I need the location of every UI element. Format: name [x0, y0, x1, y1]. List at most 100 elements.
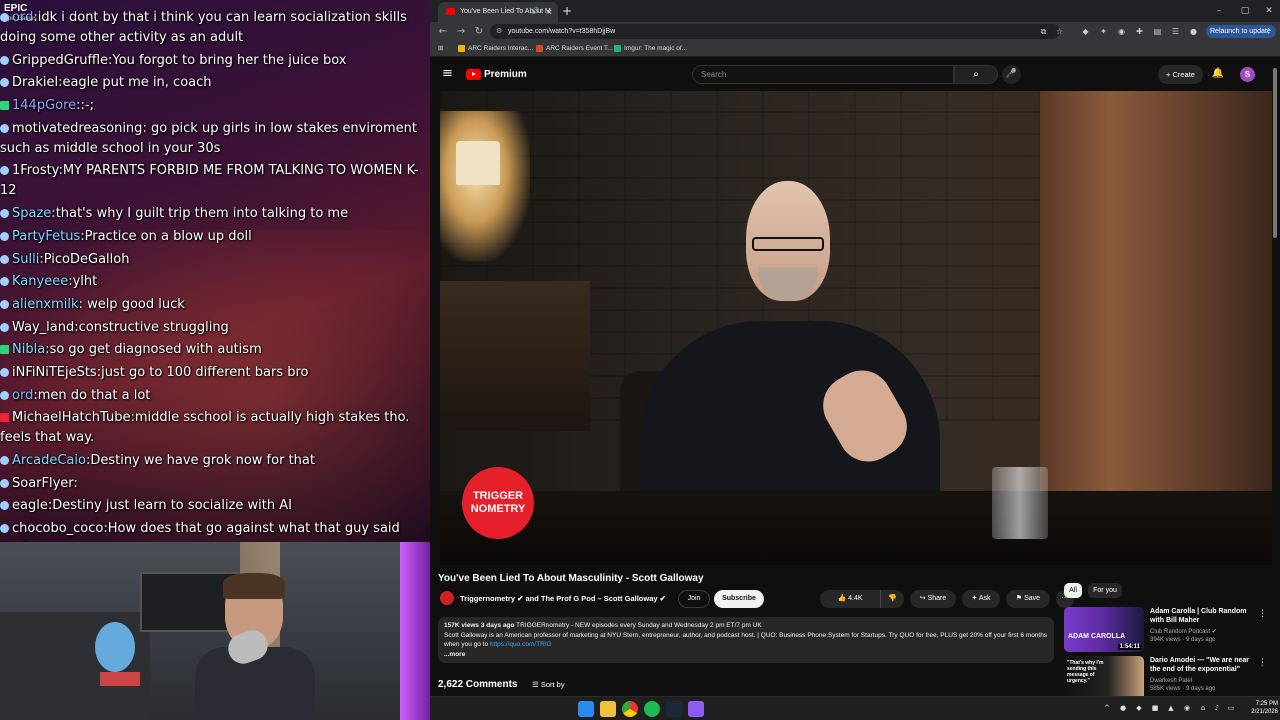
bookmark-star-icon[interactable]: ☆	[1054, 26, 1065, 37]
sort-by-button[interactable]: ☰ Sort by	[532, 677, 565, 693]
new-tab-button[interactable]: +	[560, 2, 574, 20]
channel-avatar[interactable]	[440, 591, 454, 605]
youtube-logo[interactable]: Premium	[466, 68, 527, 82]
chat-username[interactable]: Nibla	[12, 342, 45, 357]
apps-grid-icon[interactable]: ⊞	[438, 41, 443, 57]
description-link[interactable]: https://quo.com/TRIG	[490, 641, 552, 648]
subscribe-button[interactable]: Subscribe	[714, 590, 764, 608]
network-icon[interactable]: ⌂	[1198, 703, 1208, 713]
bookmark-item-2[interactable]: ARC Raiders Event T...	[536, 41, 613, 57]
chat-username[interactable]: PartyFetus	[12, 229, 80, 244]
profile-switch-icon[interactable]: ☰	[1170, 26, 1181, 37]
chip-for-you[interactable]: For you	[1088, 583, 1122, 598]
chat-username[interactable]: Sulli	[12, 252, 39, 267]
show-more-link[interactable]: ...more	[444, 650, 1048, 660]
tray-app-1-icon[interactable]: ●	[1118, 703, 1128, 713]
chat-username[interactable]: 1Frosty	[12, 163, 58, 178]
site-info-icon[interactable]: ⚙	[496, 24, 502, 39]
chat-username[interactable]: alienxmilk	[12, 297, 79, 312]
extension-3-icon[interactable]: ◉	[1116, 26, 1127, 37]
chat-username[interactable]: motivatedreasoning	[12, 121, 142, 136]
close-tab-icon[interactable]: ×	[547, 2, 552, 22]
notifications-bell-icon[interactable]: 🔔	[1211, 67, 1225, 81]
back-icon[interactable]: ←	[436, 22, 450, 41]
extension-1-icon[interactable]: ◆	[1080, 26, 1091, 37]
search-input[interactable]: Search	[692, 65, 954, 84]
recommended-channel[interactable]: Club Random Podcast ✔	[1150, 628, 1254, 636]
save-button[interactable]: ⚑ Save	[1006, 590, 1050, 608]
video-thumbnail[interactable]: ADAM CAROLLA 1:54:11	[1064, 607, 1144, 652]
chat-username[interactable]: SoarFlyer	[12, 476, 73, 491]
address-bar[interactable]: ⚙ youtube.com/watch?v=t358hDjjBw	[490, 24, 1060, 39]
volume-icon[interactable]: ♪	[1212, 703, 1222, 713]
chat-username[interactable]: chocobo_coco	[12, 521, 103, 536]
file-explorer-icon[interactable]	[600, 701, 616, 717]
chat-username[interactable]: eagle	[12, 498, 48, 513]
extensions-puzzle-icon[interactable]: ✚	[1134, 26, 1145, 37]
steam-icon[interactable]	[666, 701, 682, 717]
app-icon[interactable]	[688, 701, 704, 717]
tray-app-5-icon[interactable]: ◉	[1182, 703, 1192, 713]
chat-badge-icon	[0, 78, 9, 88]
bookmark-item-3[interactable]: Imgur: The magic of...	[614, 41, 687, 57]
relaunch-to-update-button[interactable]: Relaunch to update ⋮	[1206, 25, 1276, 38]
forward-icon[interactable]: →	[454, 22, 468, 41]
chat-username[interactable]: ArcadeCaio	[12, 453, 86, 468]
recommended-title[interactable]: Adam Carolla | Club Random with Bill Mah…	[1150, 607, 1254, 625]
bookmark-item-1[interactable]: ARC Raiders Interac...	[458, 41, 533, 57]
channel-name[interactable]: Triggernometry ✔ and The Prof G Pod – Sc…	[460, 590, 666, 608]
start-windows-icon[interactable]	[578, 701, 594, 717]
more-vertical-icon[interactable]: ⋮	[1258, 609, 1267, 619]
menu-dots-icon[interactable]: ⋮	[1265, 25, 1272, 38]
menu-hamburger-icon[interactable]: ≡	[442, 66, 456, 82]
create-button[interactable]: + Create	[1158, 65, 1203, 84]
chat-username[interactable]: GrippedGruffle	[12, 53, 108, 68]
reload-icon[interactable]: ↻	[472, 22, 486, 41]
chat-username[interactable]: ord	[12, 388, 33, 403]
spotify-icon[interactable]	[644, 701, 660, 717]
minimize-icon[interactable]: –	[1206, 0, 1232, 22]
audio-playing-icon[interactable]: 🔊	[531, 2, 540, 22]
battery-icon[interactable]: ▭	[1226, 703, 1236, 713]
ask-button[interactable]: ✦ Ask	[962, 590, 1000, 608]
recommended-channel[interactable]: Dwarkesh Patel	[1150, 677, 1254, 685]
tray-app-2-icon[interactable]: ◆	[1134, 703, 1144, 713]
chat-message: 144pGore::-;	[0, 96, 430, 116]
page-scrollbar[interactable]	[1272, 62, 1278, 702]
share-button[interactable]: ↪ Share	[910, 590, 956, 608]
tab-youtube[interactable]: You've Been Lied To About M 🔊 ×	[438, 2, 558, 22]
chat-username[interactable]: Kanyeee	[12, 274, 68, 289]
recommended-video[interactable]: ADAM CAROLLA 1:54:11 Adam Carolla | Club…	[1064, 607, 1267, 653]
chat-username[interactable]: iNFiNiTEjeSts	[12, 365, 97, 380]
voice-search-button[interactable]: 🎤	[1002, 65, 1021, 84]
maximize-icon[interactable]: ▢	[1232, 0, 1258, 22]
recommended-title[interactable]: Dario Amodei — "We are near the end of t…	[1150, 656, 1254, 674]
chat-username[interactable]: Drakiel	[12, 75, 58, 90]
tray-app-3-icon[interactable]: ■	[1150, 703, 1160, 713]
chat-username[interactable]: 144pGore	[12, 98, 76, 113]
dislike-button[interactable]: 👎	[880, 590, 904, 608]
description-box[interactable]: 157K views 3 days ago TRIGGERnometry - N…	[438, 617, 1054, 663]
like-button[interactable]: 👍 4.4K	[820, 590, 880, 608]
system-clock[interactable]: 7:25 PM 2/21/2026	[1238, 700, 1278, 716]
chat-username[interactable]: Way_land	[12, 320, 74, 335]
video-player[interactable]: TRIGGER NOMETRY	[440, 91, 1272, 565]
profile-icon[interactable]: ●	[1188, 26, 1199, 37]
account-avatar[interactable]: S	[1240, 67, 1255, 82]
side-panel-icon[interactable]: ▤	[1152, 26, 1163, 37]
close-window-icon[interactable]: ✕	[1256, 0, 1280, 22]
join-button[interactable]: Join	[678, 590, 710, 608]
chip-all[interactable]: All	[1064, 583, 1082, 598]
more-vertical-icon[interactable]: ⋮	[1258, 658, 1267, 668]
install-app-icon[interactable]: ⧉	[1038, 26, 1049, 37]
tray-chevron-icon[interactable]: ^	[1102, 703, 1112, 713]
chrome-taskbar-icon[interactable]	[622, 701, 638, 717]
chat-username[interactable]: MichaelHatchTube	[12, 410, 130, 425]
video-thumbnail[interactable]: "That's why I'm sending this message of …	[1064, 656, 1144, 701]
extension-2-icon[interactable]: ✦	[1098, 26, 1109, 37]
chat-username[interactable]: Spaze	[12, 206, 51, 221]
search-button[interactable]: ⌕	[954, 65, 998, 84]
imgur-favicon-icon	[614, 44, 621, 52]
scrollbar-thumb[interactable]	[1273, 68, 1277, 238]
tray-app-4-icon[interactable]: ▲	[1166, 703, 1176, 713]
